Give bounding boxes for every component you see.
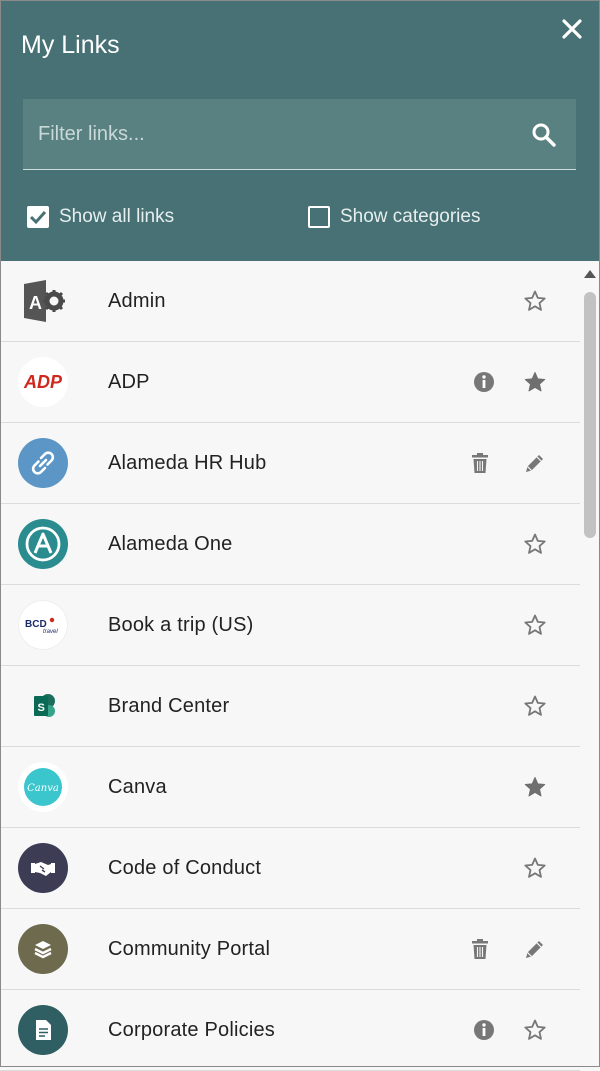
access-gear-icon: A xyxy=(18,276,68,326)
link-name: Brand Center xyxy=(108,695,230,717)
star-filled-icon[interactable] xyxy=(523,370,547,394)
list-item-corporate-policies[interactable]: Corporate Policies xyxy=(0,990,580,1071)
link-name: Alameda One xyxy=(108,533,233,555)
list-item-brand-center[interactable]: S Brand Center xyxy=(0,666,580,747)
canva-logo: Canva xyxy=(18,762,68,812)
show-categories-label: Show categories xyxy=(340,206,481,227)
star-outline-icon[interactable] xyxy=(523,532,547,556)
list-item-code-of-conduct[interactable]: Code of Conduct xyxy=(0,828,580,909)
list-item-alameda-one[interactable]: Alameda One xyxy=(0,504,580,585)
show-all-links-checkbox[interactable]: Show all links xyxy=(27,206,174,228)
link-name: Code of Conduct xyxy=(108,857,262,879)
filter-input[interactable] xyxy=(23,99,513,169)
layers-icon xyxy=(18,924,68,974)
link-name: ADP xyxy=(108,371,150,393)
pencil-icon[interactable] xyxy=(523,937,547,961)
link-name: Book a trip (US) xyxy=(108,614,254,636)
bcd-travel-logo: BCD travel xyxy=(18,600,68,650)
scroll-up-arrow-icon[interactable] xyxy=(584,270,596,278)
alameda-one-logo xyxy=(18,519,68,569)
scrollbar-thumb[interactable] xyxy=(584,292,596,538)
svg-text:Canva: Canva xyxy=(27,783,59,794)
handshake-icon xyxy=(18,843,68,893)
trash-icon[interactable] xyxy=(468,937,492,961)
my-links-header: My Links Show all links Show categories xyxy=(0,0,600,261)
list-item-admin[interactable]: A Admin xyxy=(0,261,580,342)
link-name: Alameda HR Hub xyxy=(108,452,267,474)
svg-text:travel: travel xyxy=(43,629,58,635)
sharepoint-icon: S xyxy=(18,681,68,731)
list-item-adp[interactable]: ADP ADP xyxy=(0,342,580,423)
pencil-icon[interactable] xyxy=(523,451,547,475)
close-icon[interactable] xyxy=(556,13,588,45)
show-all-links-label: Show all links xyxy=(59,206,175,227)
list-item-alameda-hr-hub[interactable]: Alameda HR Hub xyxy=(0,423,580,504)
info-icon[interactable] xyxy=(472,370,496,394)
star-filled-icon[interactable] xyxy=(523,775,547,799)
list-item-book-a-trip[interactable]: BCD travel Book a trip (US) xyxy=(0,585,580,666)
star-outline-icon[interactable] xyxy=(523,694,547,718)
show-categories-checkbox[interactable]: Show categories xyxy=(308,206,480,228)
document-icon xyxy=(18,1005,68,1055)
svg-text:ADP: ADP xyxy=(23,372,63,392)
link-icon xyxy=(18,438,68,488)
star-outline-icon[interactable] xyxy=(523,613,547,637)
link-name: Community Portal xyxy=(108,938,271,960)
star-outline-icon[interactable] xyxy=(523,289,547,313)
trash-icon[interactable] xyxy=(468,451,492,475)
check-icon xyxy=(29,210,47,225)
panel-title: My Links xyxy=(21,31,120,59)
star-outline-icon[interactable] xyxy=(523,856,547,880)
svg-text:S: S xyxy=(38,702,45,714)
info-icon[interactable] xyxy=(472,1018,496,1042)
filter-box xyxy=(23,99,576,170)
link-name: Canva xyxy=(108,776,167,798)
links-list: A Admin ADP ADP Alameda HR Hub Alameda O… xyxy=(0,261,580,1071)
search-icon[interactable] xyxy=(531,122,557,148)
star-outline-icon[interactable] xyxy=(523,1018,547,1042)
checkbox-unchecked[interactable] xyxy=(308,206,330,228)
link-name: Admin xyxy=(108,290,166,312)
link-name: Corporate Policies xyxy=(108,1019,276,1041)
checkbox-checked[interactable] xyxy=(27,206,49,228)
vertical-scrollbar[interactable] xyxy=(580,261,600,1067)
list-item-community-portal[interactable]: Community Portal xyxy=(0,909,580,990)
adp-logo: ADP xyxy=(18,357,68,407)
svg-text:A: A xyxy=(29,293,42,313)
list-item-canva[interactable]: Canva Canva xyxy=(0,747,580,828)
